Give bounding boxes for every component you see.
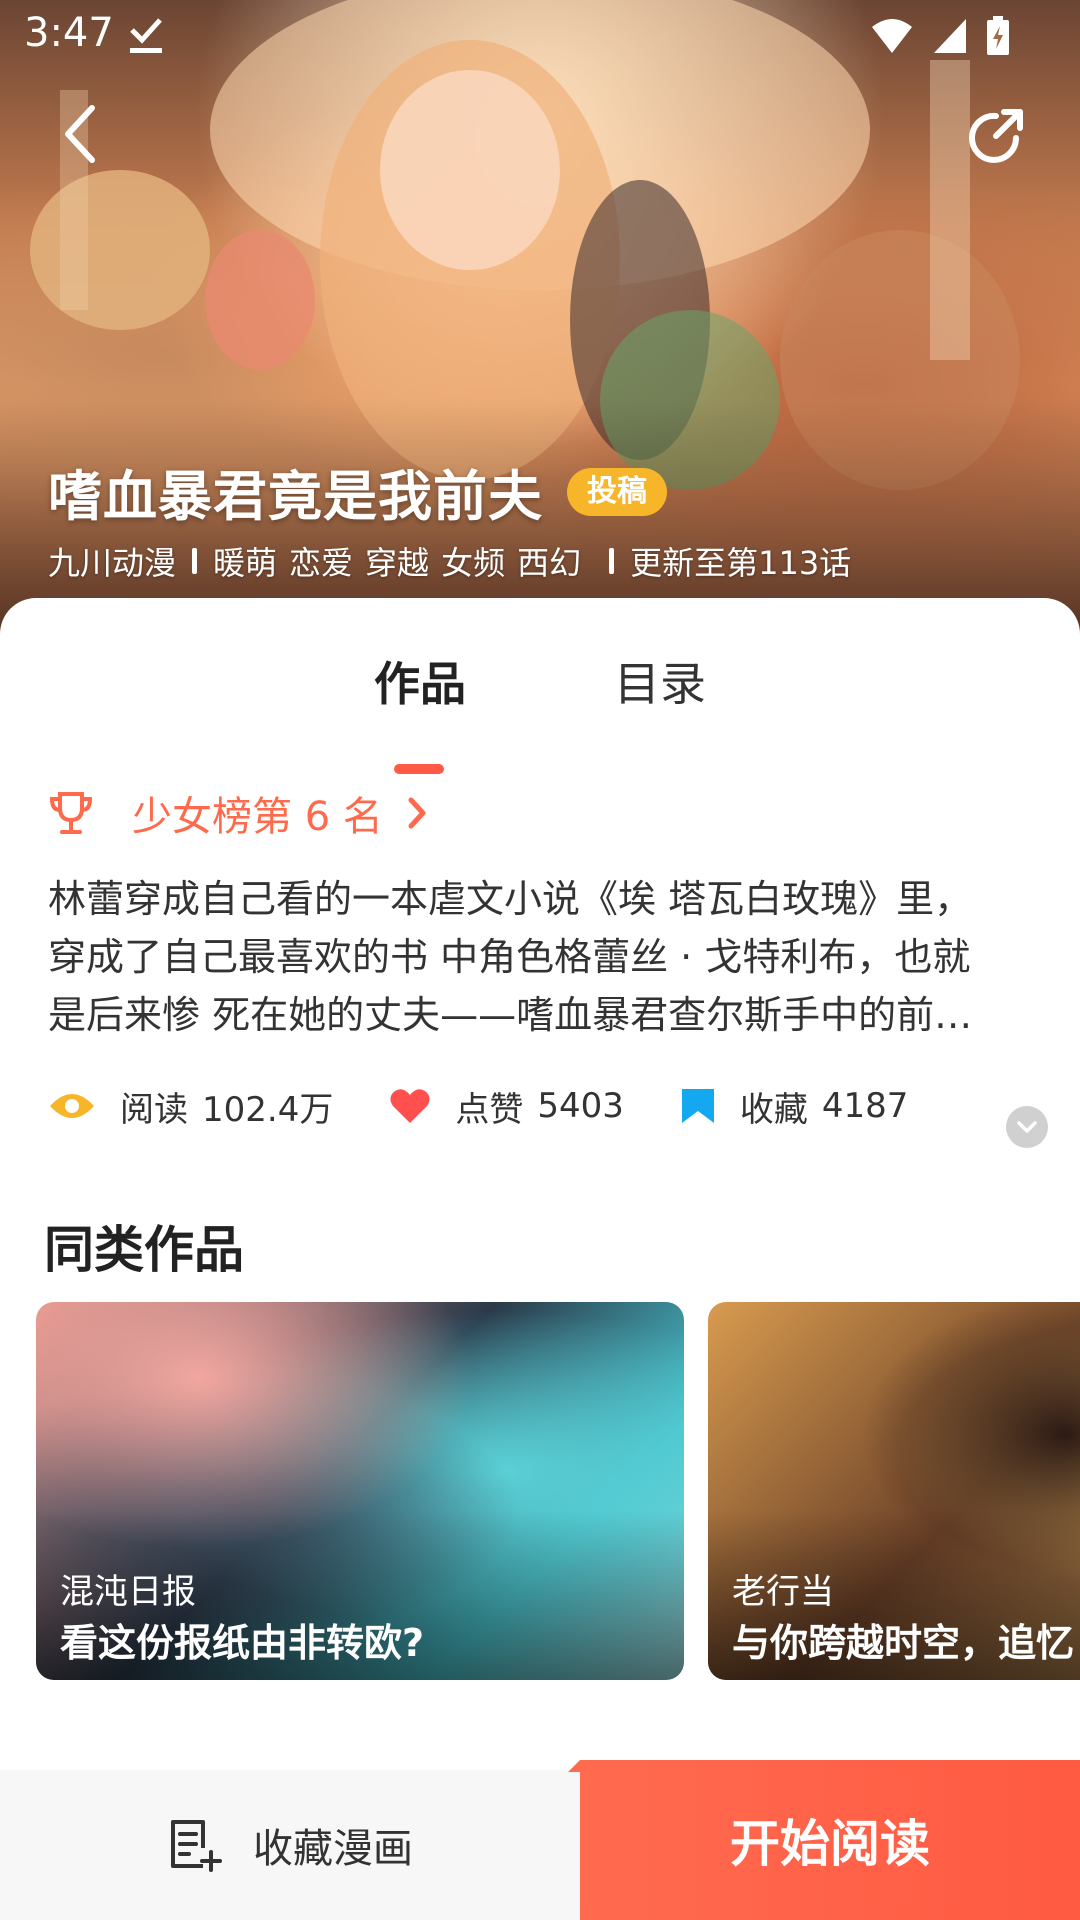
- card-subtitle: 混沌日报: [60, 1572, 196, 1612]
- collect-comic-button[interactable]: 收藏漫画: [0, 1770, 580, 1920]
- card-subtitle: 老行当: [732, 1572, 834, 1612]
- add-to-list-icon: [171, 1820, 222, 1872]
- battery-icon: [986, 16, 1010, 60]
- read-count: 阅读 102.4万: [48, 1082, 333, 1131]
- author-name[interactable]: 九川动漫: [48, 538, 176, 584]
- stat-value: 4187: [821, 1086, 909, 1126]
- status-time: 3:47: [24, 10, 114, 56]
- divider: [192, 548, 198, 574]
- signal-icon: [932, 17, 968, 59]
- title-row: 嗜血暴君竟是我前夫 投稿: [48, 452, 667, 531]
- stat-label: 收藏: [739, 1089, 808, 1130]
- like-count[interactable]: 点赞 5403: [389, 1082, 624, 1131]
- stat-value: 5403: [537, 1086, 624, 1126]
- similar-card[interactable]: 老行当 与你跨越时空，追忆: [708, 1302, 1080, 1680]
- similar-section-title: 同类作品: [44, 1221, 244, 1279]
- genre-tag: 西幻: [517, 544, 582, 582]
- stat-label: 点赞: [455, 1089, 524, 1130]
- genre-tag: 穿越: [365, 544, 430, 582]
- detail-panel: 作品 目录 少女榜第 6 名 林蕾穿成自己看的一本虐文小说《埃 塔瓦白玫瑰》里，…: [0, 598, 1080, 1920]
- divider: [609, 548, 615, 574]
- genre-tag: 恋爱: [289, 544, 354, 582]
- synopsis: 林蕾穿成自己看的一本虐文小说《埃 塔瓦白玫瑰》里，穿成了自己最喜欢的书 中角色格…: [48, 877, 973, 1037]
- tab-works[interactable]: 作品: [340, 648, 500, 714]
- trophy-icon: [49, 792, 93, 834]
- wifi-icon: [870, 17, 914, 59]
- download-done-icon: [128, 14, 164, 58]
- eye-icon: [50, 1094, 94, 1118]
- collect-label: 收藏漫画: [253, 1826, 413, 1872]
- tab-table-of-contents[interactable]: 目录: [580, 648, 740, 714]
- similar-card[interactable]: 混沌日报 看这份报纸由非转欧?: [36, 1302, 684, 1680]
- back-arrow-icon: [65, 105, 95, 163]
- update-status: 更新至第113话: [630, 544, 852, 582]
- bookmark-icon: [681, 1089, 714, 1123]
- start-reading-button[interactable]: 开始阅读: [568, 1760, 1080, 1920]
- stat-value: 102.4万: [202, 1089, 334, 1130]
- share-icon: [969, 109, 1023, 163]
- favorite-count[interactable]: 收藏 4187: [680, 1082, 909, 1131]
- stats-row: 阅读 102.4万 点赞 5403 收藏 4187: [48, 1076, 1028, 1136]
- tab-bar: 作品 目录: [0, 648, 1080, 774]
- stat-label: 阅读: [120, 1089, 188, 1130]
- card-title: 看这份报纸由非转欧?: [60, 1621, 425, 1665]
- comic-title: 嗜血暴君竟是我前夫: [48, 465, 543, 528]
- back-button[interactable]: [56, 102, 112, 166]
- meta-row: 九川动漫 暖萌 恋爱 穿越 女频 西幻 更新至第113话: [48, 538, 851, 584]
- heart-icon: [390, 1089, 430, 1123]
- chevron-down-icon: [1017, 1121, 1037, 1133]
- ranking-label: 少女榜第 6 名: [132, 794, 383, 840]
- expand-button[interactable]: [1006, 1106, 1048, 1148]
- cover-banner: 3:47 嗜血暴君竟是我前夫 投稿 九川动漫 暖萌 恋爱 穿越 女频 西幻 更新…: [0, 0, 1080, 640]
- similar-carousel: 混沌日报 看这份报纸由非转欧? 老行当 与你跨越时空，追忆: [36, 1302, 1080, 1682]
- ranking-link[interactable]: 少女榜第 6 名: [48, 784, 427, 842]
- genre-tag: 女频: [441, 544, 506, 582]
- share-button[interactable]: [966, 108, 1026, 168]
- bottom-action-bar: 收藏漫画 开始阅读: [0, 1760, 1080, 1920]
- status-bar: 3:47: [0, 0, 1080, 72]
- submission-badge: 投稿: [567, 467, 667, 516]
- card-title: 与你跨越时空，追忆: [732, 1621, 1075, 1665]
- tab-indicator: [394, 764, 444, 774]
- genre-tag: 暖萌: [213, 544, 278, 582]
- chevron-right-icon: [408, 797, 426, 829]
